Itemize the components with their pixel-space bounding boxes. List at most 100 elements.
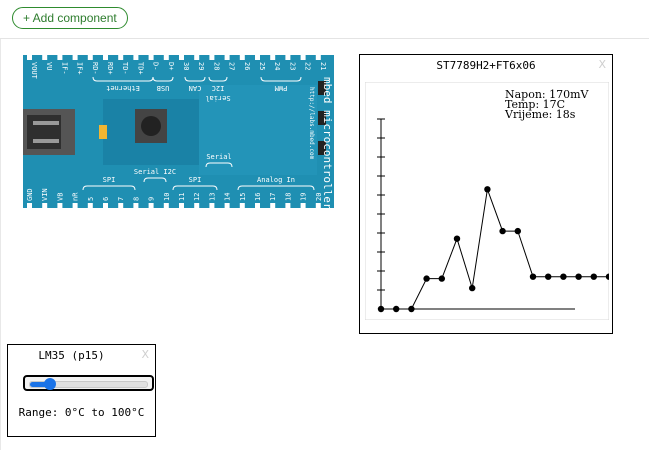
pin-label-top: 23	[288, 62, 296, 70]
pin-bottom	[285, 203, 291, 208]
pin-label-top: TD-	[121, 62, 129, 75]
lcd-screen: Napon: 170mV Temp: 17C Vrijeme: 18s	[365, 82, 609, 320]
pin-label-top: D-	[152, 62, 160, 70]
pin-bottom	[57, 203, 63, 208]
pin-label-top: TD+	[136, 62, 144, 75]
pin-label-top: 24	[273, 62, 281, 70]
pin-label-top: RD-	[91, 62, 99, 75]
pin-top	[255, 55, 260, 60]
pin-bottom	[239, 203, 245, 208]
pin-label-bottom: 9	[148, 197, 156, 201]
pin-label-bottom: GND	[26, 188, 34, 201]
led-icon	[99, 125, 107, 139]
pin-label-bottom: 10	[163, 193, 171, 201]
pin-label-bottom: 6	[102, 197, 110, 201]
pin-label-top: IF+	[76, 62, 84, 75]
pin-label-bottom: 18	[284, 193, 292, 201]
pin-top	[42, 55, 48, 60]
board-side-text: mbed microcontroller	[321, 77, 334, 208]
group-label-top: I2C	[212, 84, 225, 92]
pin-label-bottom: 19	[300, 193, 308, 201]
chart-point	[514, 227, 521, 235]
group-label-bottom: Serial	[206, 153, 231, 161]
pin-label-top: VOUT	[30, 62, 38, 80]
pin-top	[285, 55, 291, 60]
pin-label-top: 22	[304, 62, 312, 70]
add-component-button[interactable]: + Add component	[12, 7, 128, 29]
toolbar: + Add component	[0, 0, 649, 39]
pin-label-bottom: 17	[269, 193, 277, 201]
chart-point	[529, 273, 537, 280]
pin-bottom	[270, 203, 276, 208]
pin-top	[87, 55, 93, 60]
pin-label-top: IF-	[60, 62, 68, 75]
pin-bottom	[42, 203, 48, 208]
pin-bottom	[118, 203, 124, 208]
pin-bottom	[194, 203, 200, 208]
chart-point	[423, 275, 430, 282]
group-label-bottom: Analog In	[257, 176, 295, 184]
range-label: Range: 0°C to 100°C	[18, 406, 145, 419]
pin-label-bottom: 16	[254, 193, 262, 201]
pin-bottom	[72, 203, 78, 208]
pin-label-bottom: 5	[87, 197, 95, 201]
pin-bottom	[209, 203, 215, 208]
lcd-title: ST7789H2+FT6x06	[436, 59, 536, 72]
sensor-title: LM35 (p15)	[38, 349, 105, 362]
pin-top	[209, 55, 215, 60]
pin-bottom	[133, 203, 139, 208]
pin-label-bottom: 7	[117, 197, 125, 201]
pin-bottom	[163, 203, 169, 208]
close-icon[interactable]: X	[141, 348, 149, 361]
pin-label-top: 29	[197, 62, 205, 70]
pin-label-bottom: VIN	[41, 188, 49, 201]
pin-label-bottom: 12	[193, 193, 201, 201]
pin-top	[300, 55, 306, 60]
pin-top	[163, 55, 169, 60]
pin-bottom	[315, 203, 321, 208]
pin-label-top: D+	[167, 62, 175, 70]
pin-label-top: VU	[45, 62, 53, 70]
close-icon[interactable]: X	[598, 58, 606, 71]
pin-label-bottom: 15	[239, 193, 247, 201]
pin-top	[103, 55, 108, 60]
pin-label-bottom: 13	[208, 193, 216, 201]
pin-bottom	[224, 203, 230, 208]
group-label-bottom: SPI	[103, 176, 116, 184]
pin-label-top: 28	[212, 62, 220, 70]
pin-label-top: 27	[228, 62, 236, 70]
pin-top	[239, 55, 245, 60]
temperature-slider[interactable]	[23, 375, 154, 391]
pin-label-bottom: nR	[72, 192, 80, 201]
chart-point	[484, 186, 491, 193]
group-label-top: CAN	[189, 84, 202, 92]
pin-bottom	[27, 203, 32, 208]
pin-top	[315, 55, 321, 60]
chart-point	[393, 305, 400, 313]
pin-label-top: 21	[319, 62, 327, 70]
group-label-top: USB	[157, 84, 170, 92]
group-label-top: Serial	[205, 94, 230, 102]
pin-label-top: 30	[182, 62, 190, 70]
chart-point	[469, 284, 476, 292]
slider-thumb[interactable]	[43, 378, 56, 390]
chart-point	[438, 275, 445, 282]
chart-point	[545, 273, 552, 280]
chart-point	[377, 305, 385, 313]
pin-top	[194, 55, 200, 60]
sensor-panel: LM35 (p15) X Range: 0°C to 100°C	[7, 344, 156, 437]
chart-point	[575, 273, 582, 280]
pin-bottom	[87, 203, 93, 208]
pin-bottom	[255, 203, 260, 208]
pin-top	[133, 55, 139, 60]
pin-label-bottom: VB	[56, 193, 64, 201]
pin-label-top: 26	[243, 62, 251, 70]
pin-top	[57, 55, 63, 60]
pin-label-top: 25	[258, 62, 266, 70]
chart-point	[453, 235, 461, 242]
pin-top	[224, 55, 230, 60]
pin-top	[27, 55, 32, 60]
pin-bottom	[300, 203, 306, 208]
mbed-board: VOUT VU IF- IF+ RD- RD+ TD- TD+ D- D+ 30 29 28 27 26 25…	[23, 55, 334, 208]
chart-point	[560, 273, 567, 280]
